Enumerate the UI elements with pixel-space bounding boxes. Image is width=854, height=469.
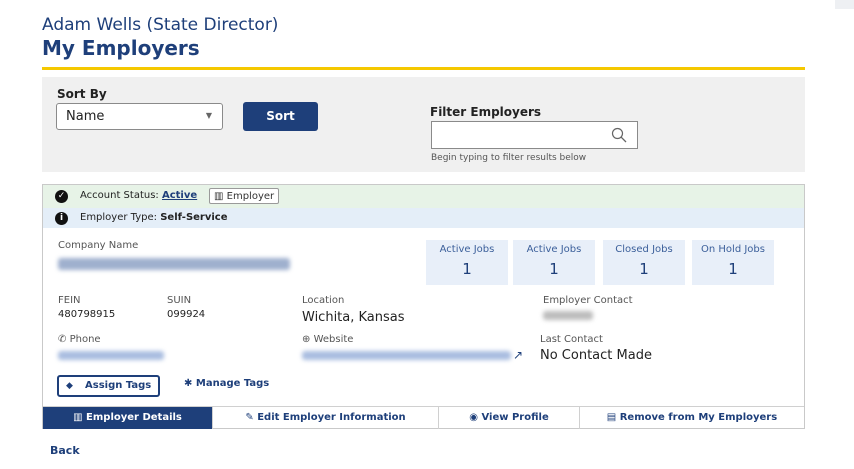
website-label: Website [313, 334, 354, 345]
info-icon: i [55, 212, 68, 225]
location-label: Location [302, 295, 345, 306]
job-count-active-2[interactable]: Active Jobs 1 [513, 240, 595, 285]
assign-tags-label: Assign Tags [85, 380, 152, 391]
fein-value: 480798915 [58, 309, 116, 320]
building-icon: ▥ [214, 191, 224, 202]
back-link[interactable]: Back [50, 444, 80, 457]
edit-employer-button[interactable]: ✎ Edit Employer Information [213, 407, 439, 429]
job-count-value: 1 [549, 260, 559, 278]
employer-badge: ▥ Employer [209, 188, 280, 204]
employer-type-label: Employer Type: [80, 212, 158, 223]
trash-icon: ▤ [606, 412, 617, 423]
employer-type-row: i Employer Type: Self-Service [43, 208, 804, 228]
filter-employers-label: Filter Employers [430, 105, 542, 119]
search-icon [611, 127, 627, 143]
location-value: Wichita, Kansas [302, 310, 405, 325]
check-circle-icon: ✓ [55, 190, 68, 203]
last-contact-value: No Contact Made [540, 348, 652, 363]
page-title: My Employers [42, 36, 200, 60]
employer-contact-label: Employer Contact [543, 295, 633, 306]
phone-icon: ✆ [58, 334, 67, 345]
sort-by-label: Sort By [57, 87, 107, 101]
external-link-icon[interactable]: ↗ [513, 348, 523, 362]
job-count-label: Active Jobs [526, 244, 582, 255]
chevron-down-icon: ▼ [205, 111, 212, 120]
view-profile-label: View Profile [481, 412, 549, 423]
remove-employer-button[interactable]: ▤ Remove from My Employers [580, 407, 804, 429]
company-name-redacted [58, 258, 290, 270]
suin-label: SUIN [167, 295, 192, 306]
manage-tags-button[interactable]: ✱ Manage Tags [184, 378, 269, 389]
filter-hint: Begin typing to filter results below [431, 153, 587, 163]
filter-employers-input[interactable] [431, 121, 638, 149]
suin-value: 099924 [167, 309, 206, 320]
employer-contact-redacted [543, 311, 593, 320]
user-role-heading: Adam Wells (State Director) [42, 15, 279, 35]
employer-action-bar: ▥ Employer Details ✎ Edit Employer Infor… [43, 406, 804, 429]
fein-label: FEIN [58, 295, 81, 306]
globe-icon: ⊕ [302, 334, 311, 345]
employer-details-label: Employer Details [86, 412, 182, 423]
job-count-value: 1 [639, 260, 649, 278]
sort-by-value: Name [66, 109, 105, 124]
job-count-closed[interactable]: Closed Jobs 1 [603, 240, 685, 285]
phone-label: Phone [69, 334, 101, 345]
sort-filter-panel: Sort By Name ▼ Sort Filter Employers Beg… [42, 77, 805, 172]
job-count-label: On Hold Jobs [701, 244, 765, 255]
employer-card: ✓ Account Status: Active ▥ Employer i Em… [42, 184, 805, 429]
account-status-text: Account Status: Active [80, 190, 197, 201]
page-header: Adam Wells (State Director) My Employers [42, 15, 805, 70]
assign-tags-button[interactable]: ◆ Assign Tags [57, 375, 160, 397]
job-count-on-hold[interactable]: On Hold Jobs 1 [692, 240, 774, 285]
phone-redacted[interactable] [58, 351, 164, 360]
job-count-value: 1 [728, 260, 738, 278]
building-icon: ▥ [73, 412, 83, 423]
company-name-label: Company Name [58, 240, 139, 251]
account-status-link[interactable]: Active [162, 190, 197, 201]
employer-badge-label: Employer [226, 191, 275, 202]
website-redacted[interactable] [302, 351, 511, 360]
website-label-group: ⊕ Website [302, 334, 353, 345]
edit-employer-label: Edit Employer Information [257, 412, 406, 423]
sort-button[interactable]: Sort [243, 102, 318, 131]
remove-employer-label: Remove from My Employers [619, 412, 778, 423]
employer-type-value: Self-Service [160, 212, 228, 223]
job-count-label: Closed Jobs [615, 244, 673, 255]
job-count-active[interactable]: Active Jobs 1 [426, 240, 508, 285]
job-count-value: 1 [462, 260, 472, 278]
account-status-row: ✓ Account Status: Active ▥ Employer [43, 185, 804, 209]
sort-by-select[interactable]: Name ▼ [56, 103, 223, 130]
view-profile-button[interactable]: ◉ View Profile [439, 407, 580, 429]
user-circle-icon: ◉ [469, 412, 478, 423]
pencil-icon: ✎ [245, 412, 254, 423]
job-count-label: Active Jobs [439, 244, 495, 255]
account-status-label: Account Status: [80, 190, 159, 201]
gear-icon: ✱ [184, 378, 193, 389]
manage-tags-label: Manage Tags [195, 378, 270, 389]
corner-panel [835, 0, 854, 9]
last-contact-label: Last Contact [540, 334, 603, 345]
tags-icon: ◆ [66, 381, 73, 391]
phone-label-group: ✆ Phone [58, 334, 101, 345]
employer-type-text: Employer Type: Self-Service [80, 212, 228, 223]
employer-details-button[interactable]: ▥ Employer Details [43, 407, 213, 429]
